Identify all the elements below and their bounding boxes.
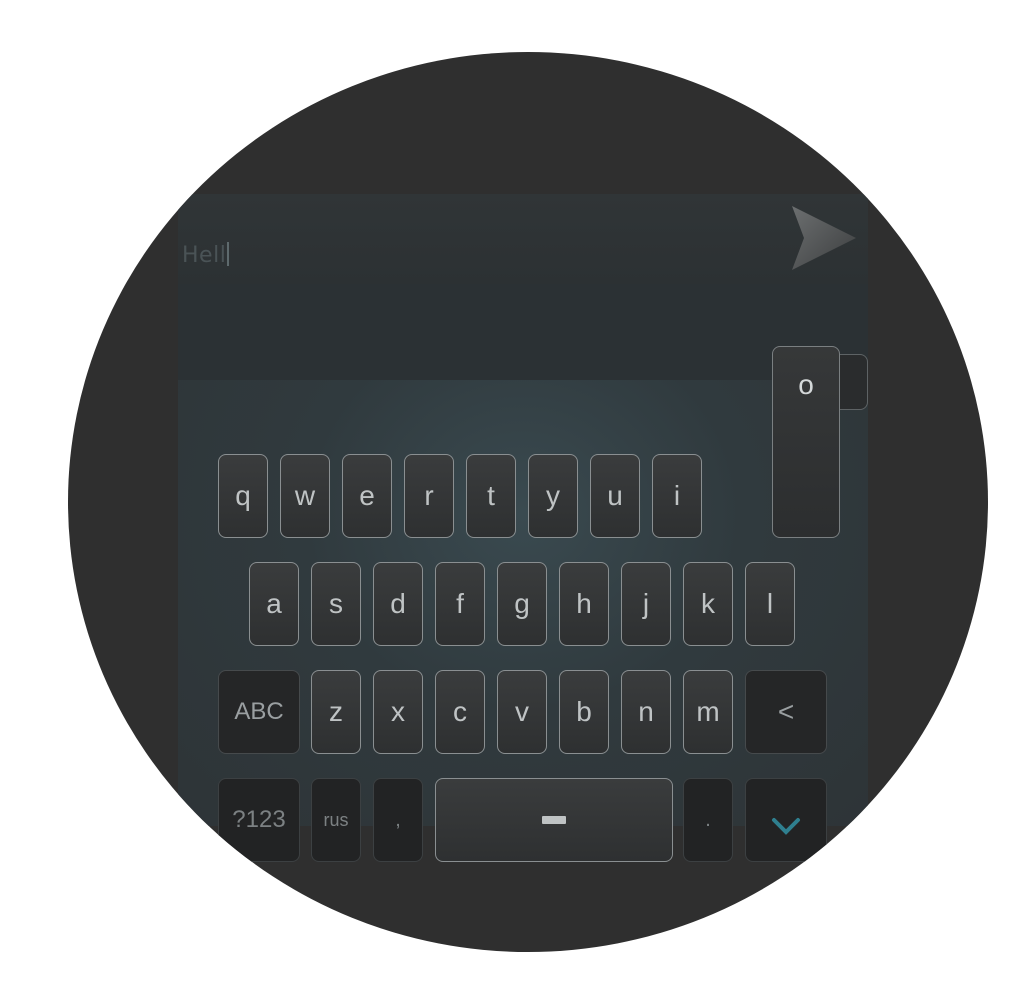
key-d[interactable]: d [373, 562, 423, 646]
period-key[interactable]: . [683, 778, 733, 862]
hide-keyboard-key[interactable] [745, 778, 827, 862]
key-a[interactable]: a [249, 562, 299, 646]
input-value: Hell [182, 243, 227, 268]
key-i[interactable]: i [652, 454, 702, 538]
key-g[interactable]: g [497, 562, 547, 646]
watch-screen: Hell q w e r t y u i a s d f g h j k l A… [68, 52, 988, 952]
key-j[interactable]: j [621, 562, 671, 646]
text-cursor [227, 242, 230, 266]
language-key[interactable]: rus [311, 778, 361, 862]
chevron-down-icon [772, 818, 800, 835]
popup-background-key [838, 354, 868, 410]
key-q[interactable]: q [218, 454, 268, 538]
key-e[interactable]: e [342, 454, 392, 538]
space-bar[interactable] [435, 778, 673, 862]
key-w[interactable]: w [280, 454, 330, 538]
key-s[interactable]: s [311, 562, 361, 646]
comma-key[interactable]: , [373, 778, 423, 862]
key-c[interactable]: c [435, 670, 485, 754]
text-input-bar[interactable]: Hell [178, 194, 868, 284]
send-arrow-icon[interactable] [790, 204, 858, 272]
key-preview-popup: o [772, 346, 840, 538]
suggestion-strip [178, 284, 868, 380]
key-v[interactable]: v [497, 670, 547, 754]
key-t[interactable]: t [466, 454, 516, 538]
key-r[interactable]: r [404, 454, 454, 538]
key-l[interactable]: l [745, 562, 795, 646]
key-u[interactable]: u [590, 454, 640, 538]
text-input[interactable]: Hell [182, 242, 230, 268]
backspace-key[interactable]: < [745, 670, 827, 754]
keyboard-screen: Hell q w e r t y u i a s d f g h j k l A… [178, 194, 868, 862]
keyboard: q w e r t y u i o p a s d f g h j k l AB… [178, 380, 868, 862]
key-z[interactable]: z [311, 670, 361, 754]
key-y[interactable]: y [528, 454, 578, 538]
key-n[interactable]: n [621, 670, 671, 754]
popup-char: o [798, 369, 814, 400]
key-b[interactable]: b [559, 670, 609, 754]
abc-mode-key[interactable]: ABC [218, 670, 300, 754]
symbols-key[interactable]: ?123 [218, 778, 300, 862]
key-m[interactable]: m [683, 670, 733, 754]
key-h[interactable]: h [559, 562, 609, 646]
key-k[interactable]: k [683, 562, 733, 646]
key-f[interactable]: f [435, 562, 485, 646]
space-bar-mark [542, 816, 566, 824]
key-x[interactable]: x [373, 670, 423, 754]
